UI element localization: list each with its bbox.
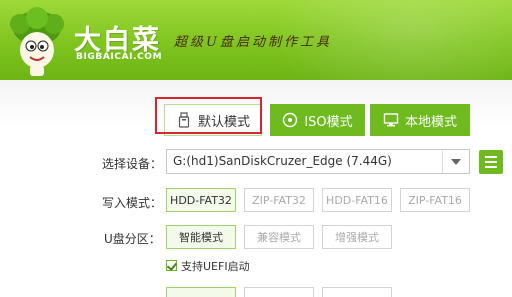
partition-enhanced-mode[interactable]: 增强模式 [322, 225, 392, 249]
tab-local-mode[interactable]: 本地模式 [370, 104, 470, 136]
next-row-option[interactable] [244, 287, 314, 297]
brand-domain: BIGBAICAI.COM [76, 52, 163, 62]
dropdown-toggle[interactable] [442, 150, 469, 173]
device-label: 选择设备： [102, 157, 163, 171]
next-row-option[interactable] [166, 287, 236, 297]
app-header: 大白菜 BIGBAICAI.COM 超级U盘启动制作工具 [0, 0, 512, 80]
menu-bar [485, 166, 497, 168]
next-row-option[interactable] [322, 287, 392, 297]
write-mode-label: 写入模式： [102, 196, 163, 210]
tab-default-mode[interactable]: 默认模式 [164, 104, 262, 136]
cabbage-mascot-icon [10, 7, 64, 76]
menu-bar [485, 161, 497, 163]
partition-compatible-mode[interactable]: 兼容模式 [244, 225, 314, 249]
device-value: G:(hd1)SanDiskCruzer_Edge (7.44G) [173, 154, 392, 168]
menu-bar [485, 156, 497, 158]
usb-drive-icon [178, 112, 190, 128]
write-mode-zip-fat32[interactable]: ZIP-FAT32 [244, 188, 314, 212]
disc-icon [283, 112, 298, 128]
uefi-label: 支持UEFI启动 [181, 260, 250, 273]
write-mode-hdd-fat16[interactable]: HDD-FAT16 [322, 188, 392, 212]
write-mode-zip-fat16[interactable]: ZIP-FAT16 [400, 188, 470, 212]
partition-smart-mode[interactable]: 智能模式 [166, 225, 236, 249]
uefi-checkbox[interactable] [166, 260, 177, 271]
menu-button[interactable] [479, 150, 503, 174]
tab-label: ISO模式 [304, 114, 353, 130]
slogan: 超级U盘启动制作工具 [174, 35, 332, 50]
tab-iso-mode[interactable]: ISO模式 [270, 104, 365, 136]
tab-label: 本地模式 [404, 114, 457, 130]
write-mode-hdd-fat32[interactable]: HDD-FAT32 [166, 188, 236, 212]
chevron-down-icon [451, 158, 461, 165]
monitor-icon [383, 113, 399, 127]
tab-label: 默认模式 [197, 114, 250, 130]
partition-label: U盘分区： [104, 232, 161, 246]
device-select[interactable]: G:(hd1)SanDiskCruzer_Edge (7.44G) [166, 149, 470, 174]
